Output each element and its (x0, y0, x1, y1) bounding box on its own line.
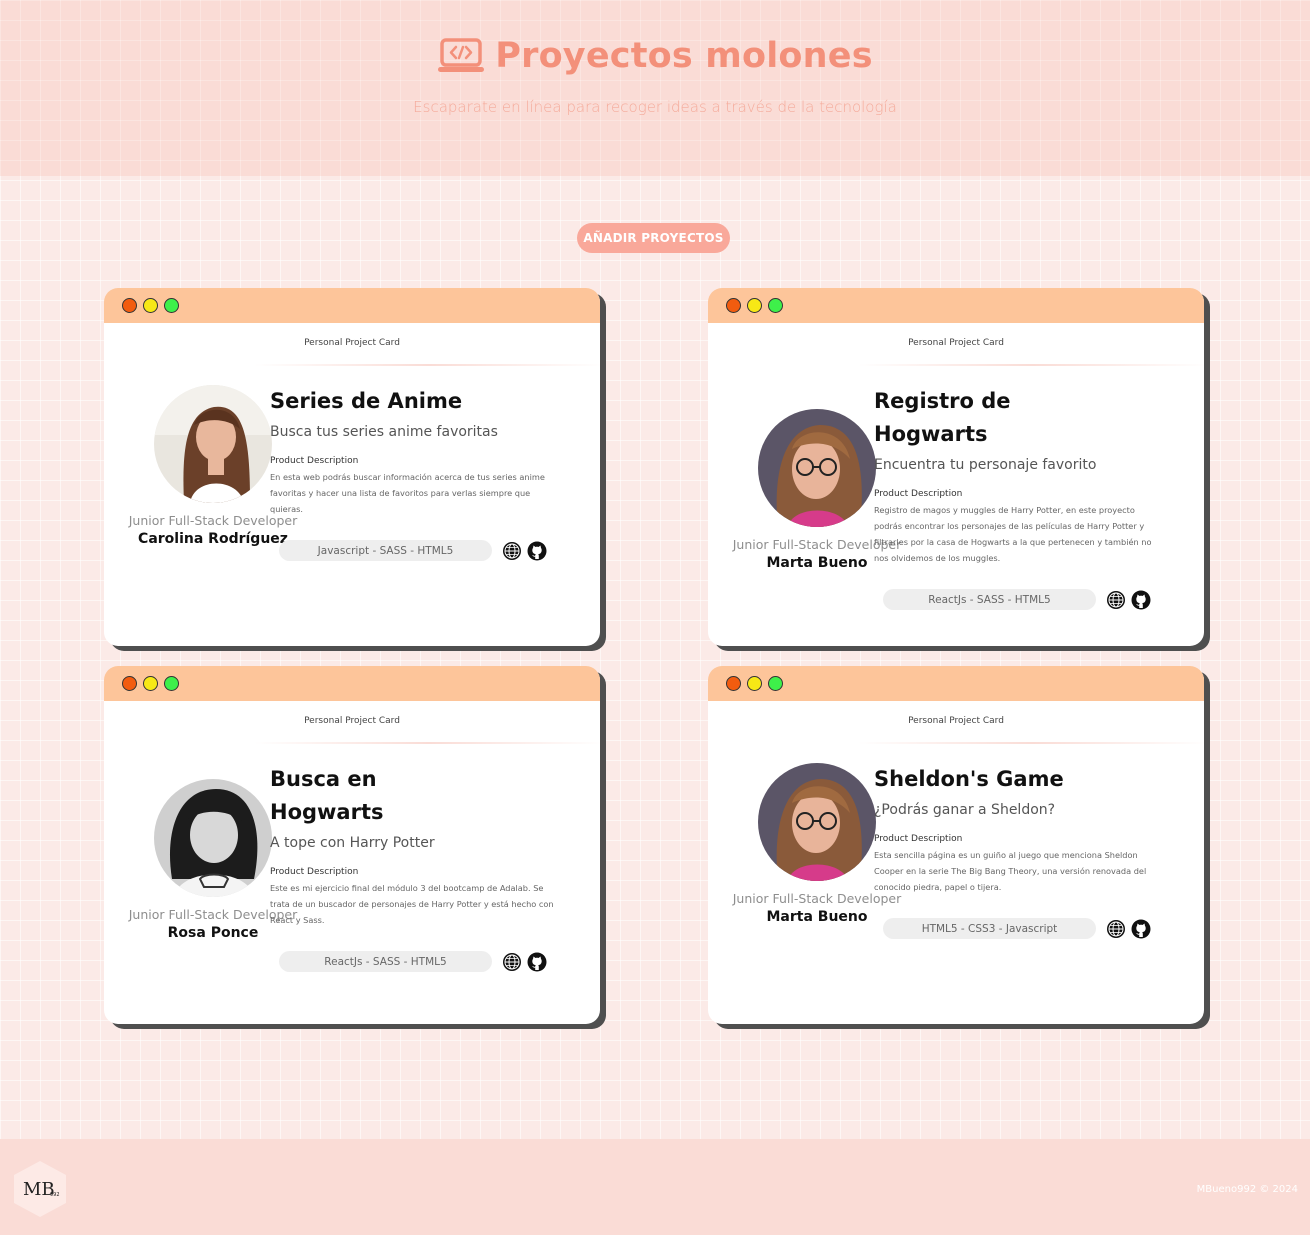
project-slogan: ¿Podrás ganar a Sheldon? (874, 802, 1056, 818)
tech-row: Javascript - SASS - HTML5 (279, 540, 547, 561)
project-description: Registro de magos y muggles de Harry Pot… (874, 505, 1152, 563)
project-info: Sheldon's Game ¿Podrás ganar a Sheldon? … (874, 763, 1164, 895)
project-description: Esta sencilla página es un guiño al jueg… (874, 850, 1147, 892)
project-description: En esta web podrás buscar información ac… (270, 472, 545, 514)
tech-row: ReactJs - SASS - HTML5 (883, 589, 1151, 610)
project-card: Personal Project Card Junior Full-Stack … (708, 288, 1204, 646)
github-icon[interactable] (527, 952, 547, 972)
github-icon[interactable] (1131, 590, 1151, 610)
avatar (154, 779, 272, 897)
divider (254, 364, 600, 366)
description-heading: Product Description (874, 489, 963, 499)
avatar (758, 409, 876, 527)
project-info: Registro de Hogwarts Encuentra tu person… (874, 385, 1164, 566)
close-dot-icon (122, 676, 137, 691)
minimize-dot-icon (747, 676, 762, 691)
window-bar (708, 666, 1204, 701)
maximize-dot-icon (768, 676, 783, 691)
title-row: Proyectos molones (0, 36, 1310, 76)
copyright: MBueno992 © 2024 (1196, 1184, 1298, 1195)
close-dot-icon (726, 298, 741, 313)
project-card: Personal Project Card Junior Full-Stack … (104, 666, 600, 1024)
technologies-badge: Javascript - SASS - HTML5 (279, 540, 492, 561)
description-heading: Product Description (874, 834, 963, 844)
technologies-badge: HTML5 - CSS3 - Javascript (883, 918, 1096, 939)
project-card: Personal Project Card Junior Full-Stack … (708, 666, 1204, 1024)
project-card: Personal Project Card Junior Full-Stack … (104, 288, 600, 646)
project-slogan: Encuentra tu personaje favorito (874, 457, 1097, 473)
globe-icon[interactable] (502, 541, 522, 561)
window-bar (104, 288, 600, 323)
page-header: Proyectos molones Escaparate en línea pa… (0, 0, 1310, 176)
laptop-code-icon (438, 38, 485, 72)
close-dot-icon (122, 298, 137, 313)
maximize-dot-icon (768, 298, 783, 313)
minimize-dot-icon (143, 676, 158, 691)
project-slogan: Busca tus series anime favoritas (270, 424, 498, 440)
project-description: Este es mi ejercicio final del módulo 3 … (270, 883, 554, 925)
page-footer: MB 992 MBueno992 © 2024 (0, 1139, 1310, 1235)
close-dot-icon (726, 676, 741, 691)
window-bar (708, 288, 1204, 323)
globe-icon[interactable] (502, 952, 522, 972)
minimize-dot-icon (143, 298, 158, 313)
author-name: Carolina Rodríguez (138, 531, 288, 547)
avatar (154, 385, 272, 503)
divider (858, 364, 1204, 366)
description-heading: Product Description (270, 867, 359, 877)
avatar (758, 763, 876, 881)
project-title: Series de Anime (270, 389, 463, 413)
card-label: Personal Project Card (908, 716, 1004, 726)
maximize-dot-icon (164, 298, 179, 313)
globe-icon[interactable] (1106, 919, 1126, 939)
project-info: Series de Anime Busca tus series anime f… (270, 385, 560, 517)
window-bar (104, 666, 600, 701)
technologies-badge: ReactJs - SASS - HTML5 (883, 589, 1096, 610)
card-label: Personal Project Card (304, 716, 400, 726)
globe-icon[interactable] (1106, 590, 1126, 610)
divider (858, 742, 1204, 744)
card-label: Personal Project Card (908, 338, 1004, 348)
minimize-dot-icon (747, 298, 762, 313)
project-title: Busca en Hogwarts (270, 767, 384, 824)
github-icon[interactable] (1131, 919, 1151, 939)
svg-text:992: 992 (50, 1192, 60, 1198)
project-slogan: A tope con Harry Potter (270, 835, 435, 851)
divider (254, 742, 600, 744)
project-info: Busca en Hogwarts A tope con Harry Potte… (270, 763, 560, 928)
page-title: Proyectos molones (495, 36, 873, 76)
project-title: Registro de Hogwarts (874, 389, 1011, 446)
project-title: Sheldon's Game (874, 767, 1064, 791)
technologies-badge: ReactJs - SASS - HTML5 (279, 951, 492, 972)
description-heading: Product Description (270, 456, 359, 466)
add-projects-button[interactable]: AÑADIR PROYECTOS (577, 223, 730, 253)
tech-row: ReactJs - SASS - HTML5 (279, 951, 547, 972)
card-label: Personal Project Card (304, 338, 400, 348)
maximize-dot-icon (164, 676, 179, 691)
author-name: Marta Bueno (766, 909, 868, 925)
tech-row: HTML5 - CSS3 - Javascript (883, 918, 1151, 939)
github-icon[interactable] (527, 541, 547, 561)
logo[interactable]: MB 992 (10, 1159, 70, 1219)
page-subtitle: Escaparate en línea para recoger ideas a… (413, 98, 897, 116)
